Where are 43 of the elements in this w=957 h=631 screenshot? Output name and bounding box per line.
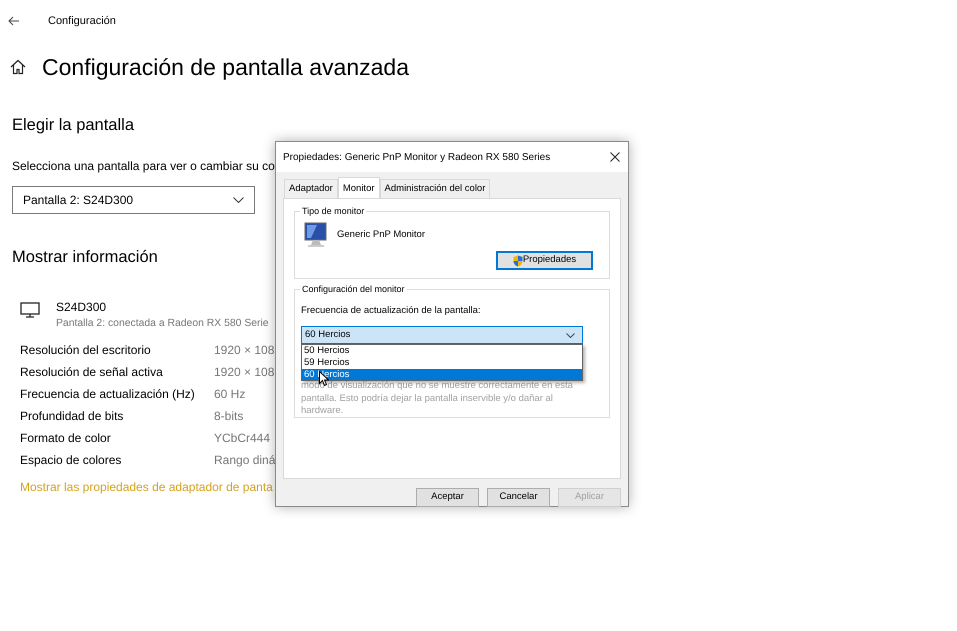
back-icon[interactable] — [8, 16, 20, 26]
group-label: Configuración del monitor — [300, 283, 407, 296]
app-title: Configuración — [48, 14, 116, 29]
monitor-icon — [20, 302, 40, 318]
info-label: Espacio de colores — [20, 452, 122, 470]
info-value: Rango diná — [214, 452, 276, 470]
chevron-icon — [233, 196, 244, 202]
properties-button[interactable]: Propiedades — [496, 251, 593, 270]
monitor-icon — [303, 222, 329, 248]
monitor-type-name: Generic PnP Monitor — [337, 228, 426, 242]
info-label: Profundidad de bits — [20, 408, 124, 426]
dropdown-option[interactable]: 50 Hercios — [302, 345, 582, 357]
dialog-title: Propiedades: Generic PnP Monitor y Radeon RX 580 Series — [283, 150, 550, 164]
info-value: YCbCr444 — [214, 430, 270, 448]
shield-icon — [512, 254, 523, 266]
group-label: Tipo de monitor — [300, 205, 366, 218]
dialog-button[interactable]: Aceptar — [416, 488, 479, 507]
section-heading: Mostrar información — [12, 246, 158, 268]
dropdown-option[interactable]: 59 Hercios — [302, 356, 582, 369]
chevron-icon — [566, 332, 575, 338]
page-title: Configuración de pantalla avanzada — [42, 53, 409, 82]
description-text: Selecciona una pantalla para ver o cambiar su co — [12, 158, 275, 174]
dialog-button[interactable]: Cancelar — [487, 488, 550, 507]
info-value: 60 Hz — [214, 386, 246, 404]
tab[interactable]: Monitor — [338, 176, 380, 198]
tab[interactable]: Administración del color — [380, 178, 490, 198]
home-icon[interactable] — [10, 59, 26, 76]
display-select[interactable]: Pantalla 2: S24D300 — [12, 186, 255, 214]
monitor-detail: Pantalla 2: conectada a Radeon RX 580 Serie — [56, 316, 269, 330]
info-label: Resolución del escritorio — [20, 342, 152, 360]
info-label: Formato de color — [20, 430, 112, 448]
section-heading: Elegir la pantalla — [12, 114, 134, 136]
info-label: Frecuencia de actualización (Hz) — [20, 386, 196, 404]
field-label: Frecuencia de actualización de la pantalla: — [301, 304, 482, 318]
warning-text: modo de visualización que no se muestre correctamente en esta pantalla. Esto podría dejar la pantalla inservible y/o dañar al hardware. — [301, 380, 574, 418]
info-label: Resolución de señal activa — [20, 364, 164, 382]
close-icon[interactable] — [610, 152, 620, 162]
tab[interactable]: Adaptador — [284, 178, 338, 198]
info-value: 1920 × 108 — [214, 342, 274, 360]
info-value: 1920 × 108 — [214, 364, 274, 382]
monitor-name: S24D300 — [56, 298, 108, 316]
refresh-rate-select[interactable]: 60 Hercios — [301, 326, 583, 344]
info-value: 8-bits — [214, 408, 244, 426]
